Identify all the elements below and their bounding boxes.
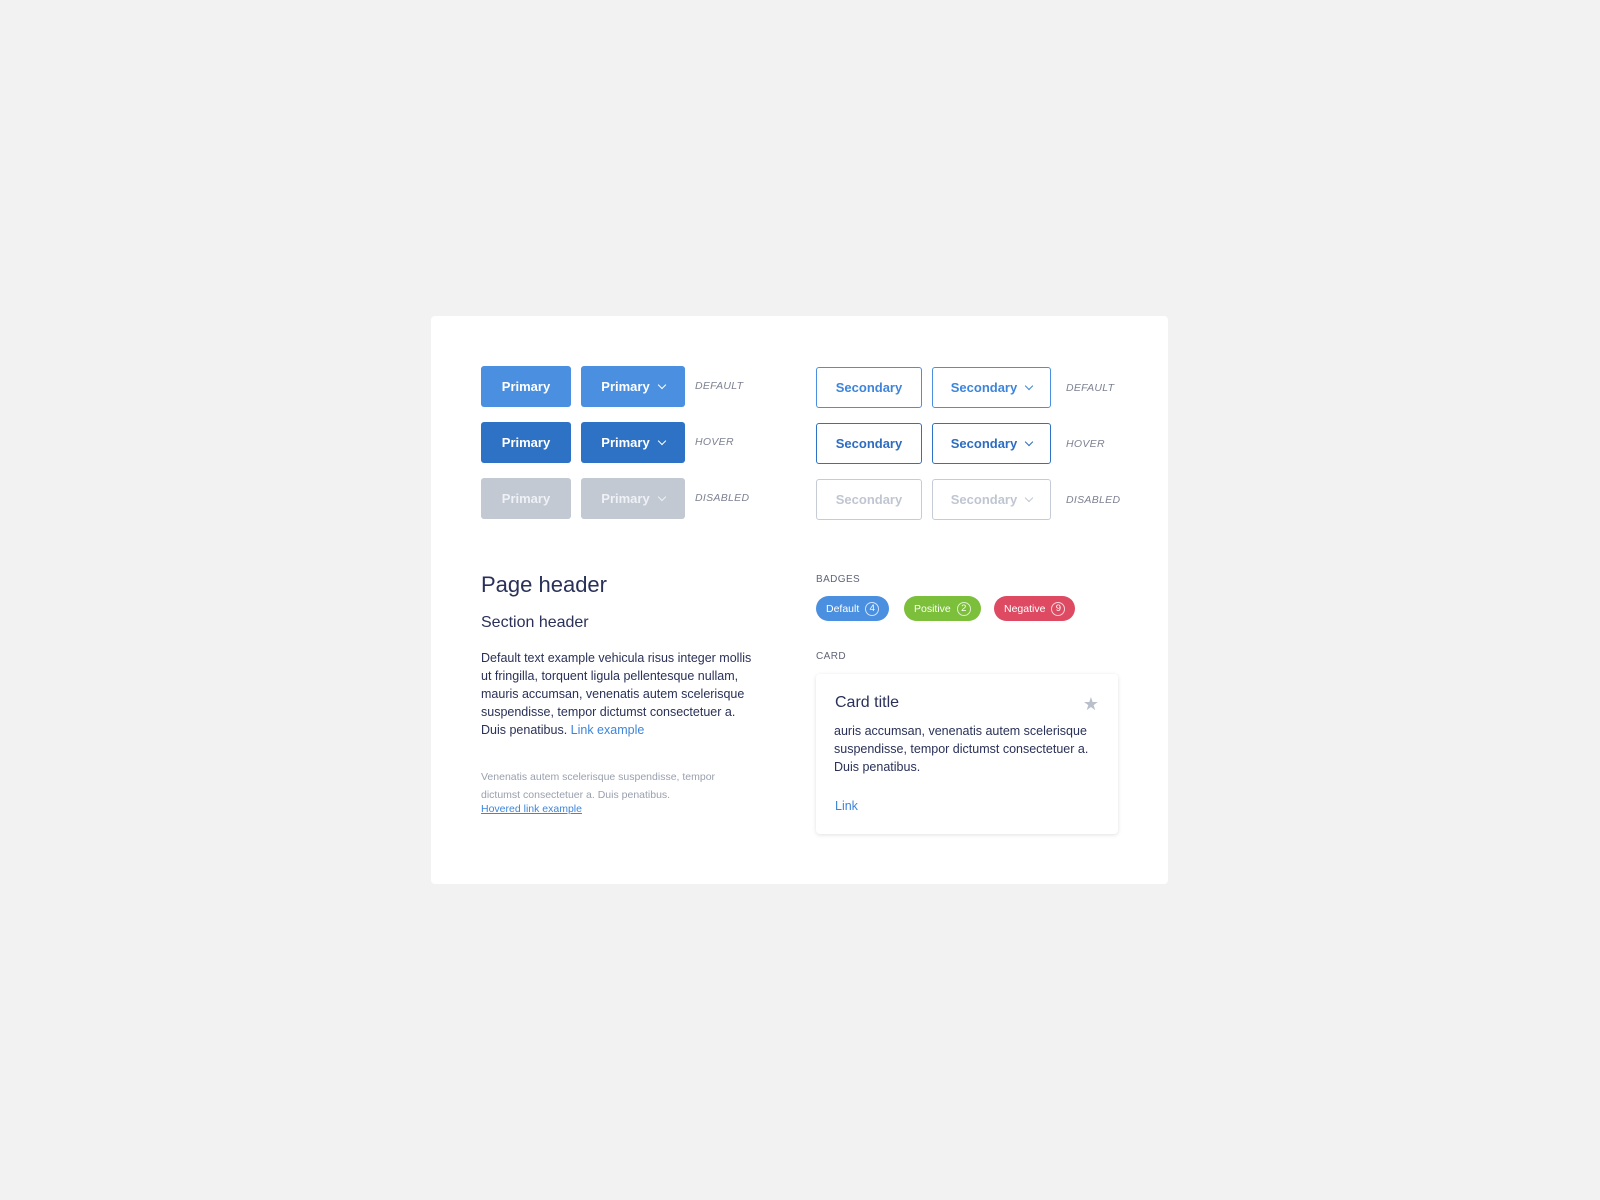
button-label: Secondary	[835, 436, 903, 451]
link-example[interactable]: Link example	[571, 723, 645, 737]
button-label: Primary	[601, 435, 650, 450]
chevron-down-icon	[1024, 437, 1034, 446]
button-label: Primary	[501, 491, 551, 506]
secondary-dropdown-button-default[interactable]: Secondary	[932, 367, 1051, 408]
state-label-hover: HOVER	[695, 436, 734, 448]
chevron-down-icon	[657, 436, 666, 445]
badge-label: Negative	[1004, 602, 1046, 615]
primary-button-default[interactable]: Primary	[481, 366, 571, 407]
badge-label: Default	[826, 602, 860, 615]
state-label-hover: HOVER	[1066, 438, 1105, 450]
card: Card title ★ auris accumsan, venenatis a…	[816, 674, 1118, 834]
button-label: Primary	[601, 379, 650, 394]
secondary-button-disabled: Secondary	[816, 479, 922, 520]
page-header: Page header	[481, 572, 607, 597]
secondary-dropdown-button-hover[interactable]: Secondary	[932, 423, 1051, 464]
primary-button-disabled: Primary	[481, 478, 571, 519]
section-header: Section header	[481, 614, 589, 631]
card-label: CARD	[816, 651, 846, 662]
secondary-button-hover[interactable]: Secondary	[816, 423, 922, 464]
chevron-down-icon	[1024, 493, 1034, 502]
button-label: Secondary	[950, 436, 1018, 451]
state-label-disabled: DISABLED	[695, 492, 750, 504]
button-label: Primary	[501, 435, 551, 450]
badge-label: Positive	[914, 602, 951, 615]
chevron-down-icon	[657, 380, 666, 389]
star-icon[interactable]: ★	[1083, 694, 1099, 715]
button-label: Secondary	[835, 380, 903, 395]
body-text: Default text example vehicula risus inte…	[481, 649, 761, 739]
badges-label: BADGES	[816, 574, 861, 585]
state-label-default: DEFAULT	[695, 380, 744, 392]
primary-button-hover[interactable]: Primary	[481, 422, 571, 463]
badge-positive[interactable]: Positive 2	[904, 596, 981, 621]
button-label: Secondary	[950, 380, 1018, 395]
primary-dropdown-button-default[interactable]: Primary	[581, 366, 685, 407]
chevron-down-icon	[1024, 381, 1034, 390]
primary-dropdown-button-hover[interactable]: Primary	[581, 422, 685, 463]
state-label-default: DEFAULT	[1066, 382, 1115, 394]
button-label: Secondary	[950, 492, 1018, 507]
badge-negative[interactable]: Negative 9	[994, 596, 1076, 621]
small-text: Venenatis autem scelerisque suspendisse,…	[481, 771, 716, 801]
secondary-dropdown-button-disabled: Secondary	[932, 479, 1051, 520]
button-label: Secondary	[835, 492, 903, 507]
card-link[interactable]: Link	[835, 799, 858, 813]
button-label: Primary	[601, 491, 650, 506]
badge-count: 2	[956, 601, 971, 616]
card-title: Card title	[835, 694, 900, 711]
badge-default[interactable]: Default 4	[816, 596, 890, 621]
card-body: auris accumsan, venenatis autem sceleris…	[834, 724, 1089, 774]
state-label-disabled: DISABLED	[1066, 494, 1121, 506]
secondary-button-default[interactable]: Secondary	[816, 367, 922, 408]
badge-count: 9	[1051, 601, 1066, 616]
chevron-down-icon	[657, 492, 666, 501]
button-label: Primary	[501, 379, 551, 394]
badge-count: 4	[865, 601, 880, 616]
primary-dropdown-button-disabled: Primary	[581, 478, 685, 519]
hovered-link-example[interactable]: Hovered link example	[481, 803, 582, 815]
